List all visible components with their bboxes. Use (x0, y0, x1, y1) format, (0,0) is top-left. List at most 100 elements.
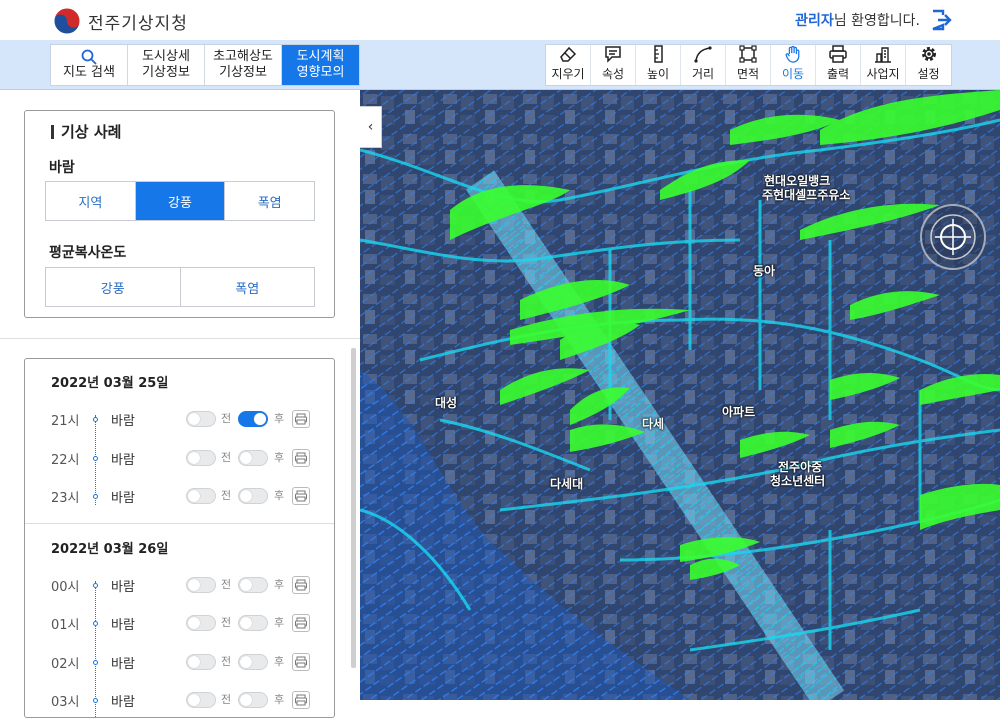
map-label: 대성 (435, 396, 458, 410)
before-label: 전 (221, 655, 232, 668)
after-toggle[interactable] (238, 654, 268, 670)
tab-hires-weather[interactable]: 초고해상도 기상정보 (205, 45, 282, 85)
mrt-label: 평균복사온도 (49, 245, 127, 261)
after-toggle[interactable] (238, 615, 268, 631)
tool-print[interactable]: 출력 (816, 45, 861, 85)
before-toggle[interactable] (186, 654, 216, 670)
timeline-dot (93, 417, 98, 422)
printer-icon (829, 45, 847, 63)
hour-label: 21시 (51, 414, 80, 429)
before-toggle[interactable] (186, 615, 216, 631)
after-toggle[interactable] (238, 577, 268, 593)
tool-label: 설정 (917, 67, 940, 81)
type-label: 바람 (111, 695, 135, 710)
print-row-button[interactable] (292, 449, 310, 467)
type-label: 바람 (111, 657, 135, 672)
hour-label: 22시 (51, 453, 80, 468)
printer-icon (295, 656, 307, 668)
tab-label: 기상정보 (219, 65, 267, 80)
map-label: 동아 (753, 264, 776, 278)
printer-icon (295, 490, 307, 502)
logout-icon[interactable] (930, 9, 952, 31)
wind-option-heatwave[interactable]: 폭염 (225, 182, 314, 220)
tool-eraser[interactable]: 지우기 (546, 45, 591, 85)
before-toggle[interactable] (186, 692, 216, 708)
mrt-option-heatwave[interactable]: 폭염 (181, 268, 315, 306)
tab-urban-planning[interactable]: 도시계획 영향모의 (282, 45, 359, 85)
print-row-button[interactable] (292, 487, 310, 505)
top-header: 전주기상지청 관리자님 환영합니다. (0, 0, 1000, 40)
timeline-row: 23시 바람 전 후 (25, 484, 334, 508)
after-toggle[interactable] (238, 488, 268, 504)
area-icon (739, 45, 757, 63)
tool-attribute[interactable]: 속성 (591, 45, 636, 85)
tool-area[interactable]: 면적 (726, 45, 771, 85)
tab-map-search[interactable]: 지도 검색 (51, 45, 128, 85)
map-label: 주현대셀프주유소 (762, 188, 851, 202)
building-icon (875, 47, 891, 63)
tab-label: 도시계획 (296, 49, 345, 64)
chevron-left-icon: ‹ (367, 119, 374, 135)
after-toggle[interactable] (238, 411, 268, 427)
note-icon (605, 46, 621, 63)
toolbar: 지도 검색 도시상세 기상정보 초고해상도 기상정보 도시계획 영향모의 지우기… (0, 40, 1000, 90)
logo[interactable]: 전주기상지청 (52, 6, 188, 36)
tab-city-weather[interactable]: 도시상세 기상정보 (128, 45, 205, 85)
before-label: 전 (221, 693, 232, 706)
timeline-dot (93, 456, 98, 461)
left-panel: 기상 사례 바람 지역 강풍 폭염 평균복사온도 강풍 폭염 2022년 03월… (0, 90, 360, 718)
tab-label: 기상정보 (142, 65, 190, 80)
type-label: 바람 (111, 618, 135, 633)
timeline-dot (93, 660, 98, 665)
mrt-option-strong-wind[interactable]: 강풍 (46, 268, 181, 306)
date-header: 2022년 03월 25일 (51, 376, 169, 391)
before-label: 전 (221, 616, 232, 629)
wind-option-region[interactable]: 지역 (46, 182, 136, 220)
after-label: 후 (274, 451, 285, 464)
map-compass[interactable] (920, 204, 986, 270)
weather-case-title: 기상 사례 (51, 125, 121, 140)
hand-icon (785, 45, 800, 63)
before-toggle[interactable] (186, 488, 216, 504)
tab-label: 도시상세 (142, 49, 190, 64)
before-toggle[interactable] (186, 450, 216, 466)
tool-settings[interactable]: 설정 (906, 45, 951, 85)
tab-label: 지도 검색 (63, 65, 115, 80)
printer-icon (295, 694, 307, 706)
before-label: 전 (221, 412, 232, 425)
print-row-button[interactable] (292, 614, 310, 632)
print-row-button[interactable] (292, 653, 310, 671)
print-row-button[interactable] (292, 691, 310, 709)
tool-label: 높이 (646, 67, 670, 81)
tool-project-site[interactable]: 사업지 (861, 45, 906, 85)
after-toggle[interactable] (238, 692, 268, 708)
print-row-button[interactable] (292, 410, 310, 428)
tool-height[interactable]: 높이 (636, 45, 681, 85)
mrt-segmented-control: 강풍 폭염 (45, 267, 315, 307)
hour-label: 01시 (51, 618, 80, 633)
tool-move[interactable]: 이동 (771, 45, 816, 85)
tool-distance[interactable]: 거리 (681, 45, 726, 85)
wind-label: 바람 (49, 160, 75, 176)
collapse-panel-button[interactable]: ‹ (360, 106, 382, 148)
curve-icon (694, 46, 712, 63)
timeline-list: 2022년 03월 25일 21시 바람 전 후 22시 바람 전 후 23시 … (24, 358, 335, 718)
tool-label: 거리 (691, 67, 715, 81)
after-label: 후 (274, 412, 285, 425)
map-label: 다세대 (550, 477, 584, 491)
search-icon (81, 49, 97, 65)
map-viewport[interactable]: 현대오일뱅크 주현대셀프주유소 동아 아파트 전주아중 청소년센터 다세 대성 … (360, 90, 1000, 700)
printer-icon (295, 617, 307, 629)
before-toggle[interactable] (186, 577, 216, 593)
after-label: 후 (274, 489, 285, 502)
date-header: 2022년 03월 26일 (51, 542, 169, 557)
hour-label: 00시 (51, 580, 80, 595)
type-label: 바람 (111, 453, 135, 468)
before-toggle[interactable] (186, 411, 216, 427)
timeline-dot (93, 621, 98, 626)
type-label: 바람 (111, 580, 135, 595)
wind-option-strong-wind[interactable]: 강풍 (135, 182, 226, 220)
panel-scrollbar[interactable] (351, 348, 356, 668)
after-toggle[interactable] (238, 450, 268, 466)
print-row-button[interactable] (292, 576, 310, 594)
